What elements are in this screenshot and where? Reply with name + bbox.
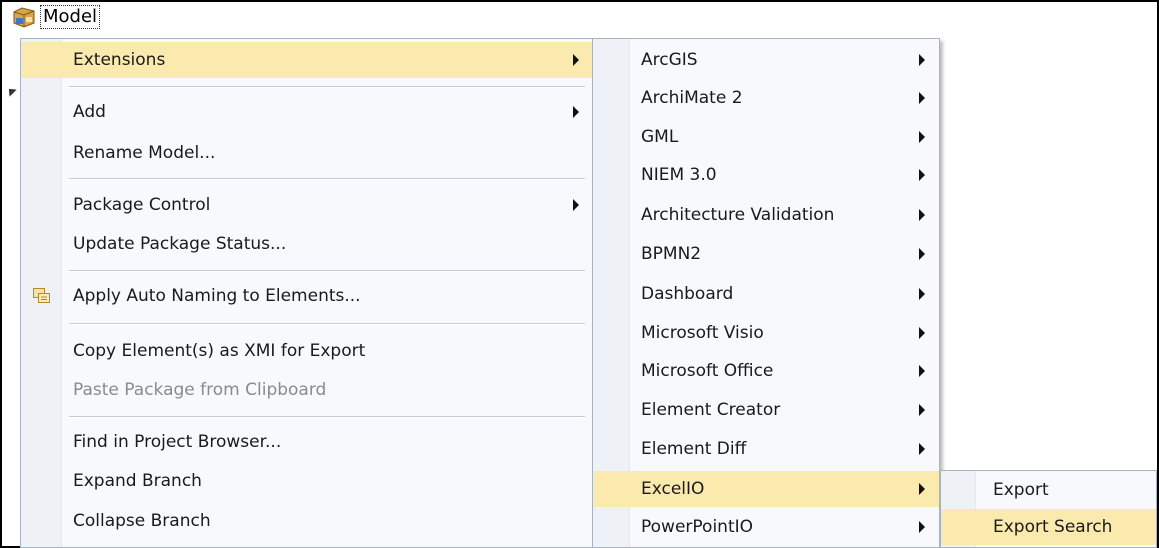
menu-item-label: Element Diff (641, 439, 747, 459)
submenu-arrow-icon (919, 92, 925, 104)
menu-item-label: Copy Element(s) as XMI for Export (73, 341, 366, 361)
tree-node-label[interactable]: Model (40, 5, 101, 29)
menu-item-label: Element Creator (641, 400, 781, 420)
submenu-arrow-icon (919, 365, 925, 377)
submenu-arrow-icon (573, 106, 579, 118)
menu-item-label: Apply Auto Naming to Elements... (73, 286, 361, 306)
menu-item-label: Package Control (73, 195, 211, 215)
menu-item-microsoft-visio[interactable]: Microsoft Visio (593, 315, 939, 351)
menu-item-arcgis[interactable]: ArcGIS (593, 42, 939, 78)
context-menu-main: Extensions Add Rename Model... Package C… (20, 38, 594, 548)
excelio-submenu: Export Export Search (940, 470, 1157, 548)
menu-item-collapse-branch[interactable]: Collapse Branch (21, 503, 593, 539)
menu-item-element-creator[interactable]: Element Creator (593, 392, 939, 428)
menu-item-label: Rename Model... (73, 143, 216, 163)
menu-item-label: Export (993, 480, 1049, 500)
menu-item-powerpointio[interactable]: PowerPointIO (593, 509, 939, 545)
menu-item-label: Microsoft Visio (641, 323, 764, 343)
submenu-arrow-icon (919, 209, 925, 221)
menu-item-gml[interactable]: GML (593, 119, 939, 155)
menu-item-label: Expand Branch (73, 471, 202, 491)
menu-item-bpmn2[interactable]: BPMN2 (593, 236, 939, 272)
menu-item-label: Dashboard (641, 284, 734, 304)
menu-item-find-in-project-browser[interactable]: Find in Project Browser... (21, 424, 593, 460)
menu-item-microsoft-office[interactable]: Microsoft Office (593, 353, 939, 389)
menu-item-label: NIEM 3.0 (641, 165, 717, 185)
menu-item-label: BPMN2 (641, 244, 702, 264)
menu-item-dashboard[interactable]: Dashboard (593, 276, 939, 312)
menu-item-element-diff[interactable]: Element Diff (593, 431, 939, 467)
submenu-arrow-icon (919, 54, 925, 66)
menu-separator (69, 270, 585, 272)
menu-item-copy-element-xmi[interactable]: Copy Element(s) as XMI for Export (21, 333, 593, 369)
menu-item-label: Export Search (993, 517, 1113, 537)
menu-item-label: Microsoft Office (641, 361, 774, 381)
menu-item-apply-auto-naming[interactable]: Apply Auto Naming to Elements... (21, 278, 593, 314)
menu-item-excelio[interactable]: ExcelIO (593, 471, 939, 507)
menu-separator (69, 178, 585, 180)
menu-item-label: Collapse Branch (73, 511, 211, 531)
tree-node-model[interactable]: Model (12, 4, 101, 30)
menu-separator (69, 416, 585, 418)
submenu-arrow-icon (919, 521, 925, 533)
menu-item-label: Update Package Status... (73, 234, 287, 254)
menu-item-rename-model[interactable]: Rename Model... (21, 135, 593, 171)
package-icon (12, 6, 36, 28)
submenu-arrow-icon (919, 327, 925, 339)
submenu-arrow-icon (919, 404, 925, 416)
submenu-arrow-icon (919, 483, 925, 495)
submenu-arrow-icon (919, 169, 925, 181)
auto-naming-icon (33, 288, 51, 303)
menu-item-label: ExcelIO (641, 479, 705, 499)
extensions-submenu: ArcGIS ArchiMate 2 GML NIEM 3.0 Architec… (592, 38, 940, 548)
menu-item-label: GML (641, 127, 679, 147)
submenu-arrow-icon (573, 54, 579, 66)
menu-item-architecture-validation[interactable]: Architecture Validation (593, 197, 939, 233)
menu-item-label: ArchiMate 2 (641, 88, 743, 108)
menu-item-label: Add (73, 102, 106, 122)
menu-item-paste-package[interactable]: Paste Package from Clipboard (21, 372, 593, 408)
menu-item-label: Architecture Validation (641, 205, 835, 225)
menu-item-label: PowerPointIO (641, 517, 754, 537)
menu-item-label: ArcGIS (641, 50, 698, 70)
menu-item-label: Extensions (73, 50, 166, 70)
menu-item-archimate-2[interactable]: ArchiMate 2 (593, 80, 939, 116)
menu-item-update-package-status[interactable]: Update Package Status... (21, 226, 593, 262)
menu-item-niem-3[interactable]: NIEM 3.0 (593, 157, 939, 193)
menu-item-package-control[interactable]: Package Control (21, 187, 593, 223)
menu-separator (69, 86, 585, 88)
menu-item-label: Find in Project Browser... (73, 432, 282, 452)
menu-separator (69, 323, 585, 325)
submenu-arrow-icon (919, 248, 925, 260)
menu-item-add[interactable]: Add (21, 94, 593, 130)
submenu-arrow-icon (919, 443, 925, 455)
submenu-arrow-icon (919, 131, 925, 143)
menu-item-export[interactable]: Export (941, 472, 1156, 508)
submenu-arrow-icon (573, 199, 579, 211)
menu-item-export-search[interactable]: Export Search (941, 509, 1156, 545)
submenu-arrow-icon (919, 288, 925, 300)
menu-item-label: Paste Package from Clipboard (73, 380, 327, 400)
menu-item-extensions[interactable]: Extensions (21, 42, 593, 78)
menu-item-expand-branch[interactable]: Expand Branch (21, 463, 593, 499)
